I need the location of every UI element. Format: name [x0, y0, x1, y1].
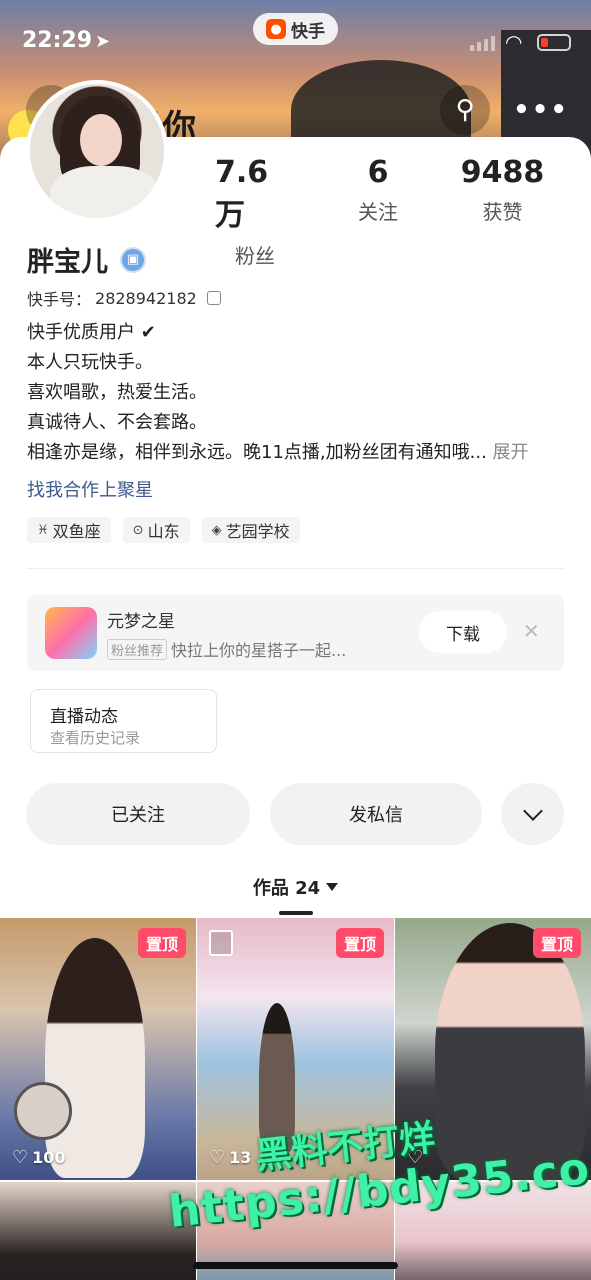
tag-zodiac[interactable]: ♓ 双鱼座 — [27, 517, 111, 543]
battery-icon — [537, 34, 571, 51]
kuaishou-id-label: 快手号： — [27, 290, 92, 309]
divider — [27, 568, 564, 569]
tag-school[interactable]: ◈ 艺园学校 — [201, 517, 300, 543]
works-grid: 置顶 ♡ 100 置顶 ♡ 13 置顶 ♡ — [0, 918, 591, 1280]
album-icon — [209, 930, 233, 956]
kuaishou-logo-icon: ● — [266, 19, 286, 39]
bio-line-last: 相逢亦是缘，相伴到永远。晚11点播,加粉丝团有通知哦... 展开 — [27, 438, 567, 468]
tab-works-label: 作品 24 — [252, 878, 321, 899]
more-options-button[interactable]: ••• — [513, 85, 569, 135]
kuaishou-id: 快手号： 2828942182 — [27, 286, 221, 310]
bio-line: 相逢亦是缘，相伴到永远。晚11点播,加粉丝团有通知哦... — [27, 442, 487, 463]
pinned-badge: 置顶 — [335, 928, 384, 958]
copy-icon[interactable] — [206, 291, 221, 305]
collab-link[interactable]: 找我合作上聚星 — [27, 476, 153, 502]
profile-name-text: 胖宝儿 — [27, 247, 108, 278]
live-avatar-thumb — [14, 1082, 72, 1140]
status-time: 22:29 — [22, 28, 93, 53]
status-bar: 22:29 ➤ ● 快手 ◠ — [0, 0, 591, 86]
promo-title: 元梦之星 — [107, 612, 175, 632]
pinned-badge: 置顶 — [137, 928, 186, 958]
send-message-button[interactable]: 发私信 — [270, 783, 482, 845]
bio-line: 喜欢唱歌，热爱生活。 — [27, 382, 207, 403]
stat-likes-label: 获赞 — [482, 200, 523, 224]
stat-following-label: 关注 — [358, 200, 398, 224]
tab-underline — [279, 911, 313, 915]
live-history-card[interactable]: 直播动态 查看历史记录 — [30, 689, 217, 753]
app-brand-label: 快手 — [291, 21, 325, 42]
tag-location[interactable]: ⊙ 山东 — [122, 517, 190, 543]
profile-bio: 快手优质用户 ✔ 本人只玩快手。 喜欢唱歌，热爱生活。 真诚待人、不会套路。 相… — [27, 318, 567, 468]
followed-button[interactable]: 已关注 — [26, 783, 250, 845]
bio-line: 真诚待人、不会套路。 — [27, 412, 207, 433]
stat-following-count: 6 — [367, 155, 389, 190]
verified-badge-icon[interactable]: ▣ — [120, 246, 146, 273]
live-history-subtitle: 查看历史记录 — [50, 729, 141, 747]
profile-name: 胖宝儿 ▣ — [27, 240, 146, 279]
stat-fans-count: 7.6万 — [215, 155, 269, 233]
cellular-signal-icon — [470, 36, 495, 51]
heart-icon: ♡ — [209, 1147, 226, 1168]
wifi-icon: ◠ — [505, 30, 523, 54]
app-brand-pill[interactable]: ● 快手 — [253, 13, 338, 45]
caret-down-icon — [326, 883, 339, 891]
stat-fans-label: 粉丝 — [235, 244, 275, 268]
stat-following[interactable]: 6 关注 — [338, 155, 418, 225]
like-count: ♡ 100 — [12, 1147, 66, 1168]
stat-likes[interactable]: 9488 获赞 — [455, 155, 550, 225]
bio-expand-link[interactable]: 展开 — [493, 442, 529, 463]
stat-likes-count: 9488 — [460, 155, 545, 190]
heart-icon: ♡ — [12, 1147, 29, 1168]
expand-more-button[interactable] — [501, 783, 564, 845]
download-button[interactable]: 下载 — [419, 611, 507, 653]
kuaishou-id-value: 2828942182 — [95, 288, 197, 308]
home-indicator[interactable] — [193, 1262, 398, 1269]
chevron-down-icon — [522, 801, 543, 821]
bio-line: 本人只玩快手。 — [27, 352, 153, 373]
search-icon: ⚲ — [455, 95, 475, 125]
live-history-title: 直播动态 — [50, 707, 118, 727]
location-pin-icon: ⊙ — [132, 522, 144, 538]
promo-subtitle: 快拉上你的星搭子一起... — [171, 641, 347, 660]
promo-badge: 粉丝推荐 — [107, 638, 168, 660]
game-app-icon — [45, 607, 97, 659]
location-arrow-icon: ➤ — [95, 31, 111, 52]
profile-tags: ♓ 双鱼座 ⊙ 山东 ◈ 艺园学校 — [27, 517, 300, 543]
stat-fans[interactable]: 7.6万 粉丝 — [215, 155, 295, 269]
search-button[interactable]: ⚲ — [440, 85, 490, 135]
avatar[interactable] — [26, 80, 168, 222]
graduation-cap-icon: ◈ — [211, 522, 222, 538]
video-thumbnail[interactable]: 置顶 ♡ 100 — [0, 918, 196, 1180]
more-icon: ••• — [513, 95, 569, 125]
tab-works[interactable]: 作品 24 — [0, 874, 591, 900]
close-icon[interactable]: ✕ — [523, 619, 540, 643]
promo-subtitle-row: 粉丝推荐 快拉上你的星搭子一起... — [107, 637, 346, 661]
bio-line: 快手优质用户 ✔ — [27, 322, 156, 343]
like-count: ♡ 13 — [209, 1147, 252, 1168]
promo-card[interactable]: 元梦之星 粉丝推荐 快拉上你的星搭子一起... 下载 ✕ — [27, 595, 564, 671]
pinned-badge: 置顶 — [532, 928, 581, 958]
zodiac-icon: ♓ — [37, 522, 49, 538]
